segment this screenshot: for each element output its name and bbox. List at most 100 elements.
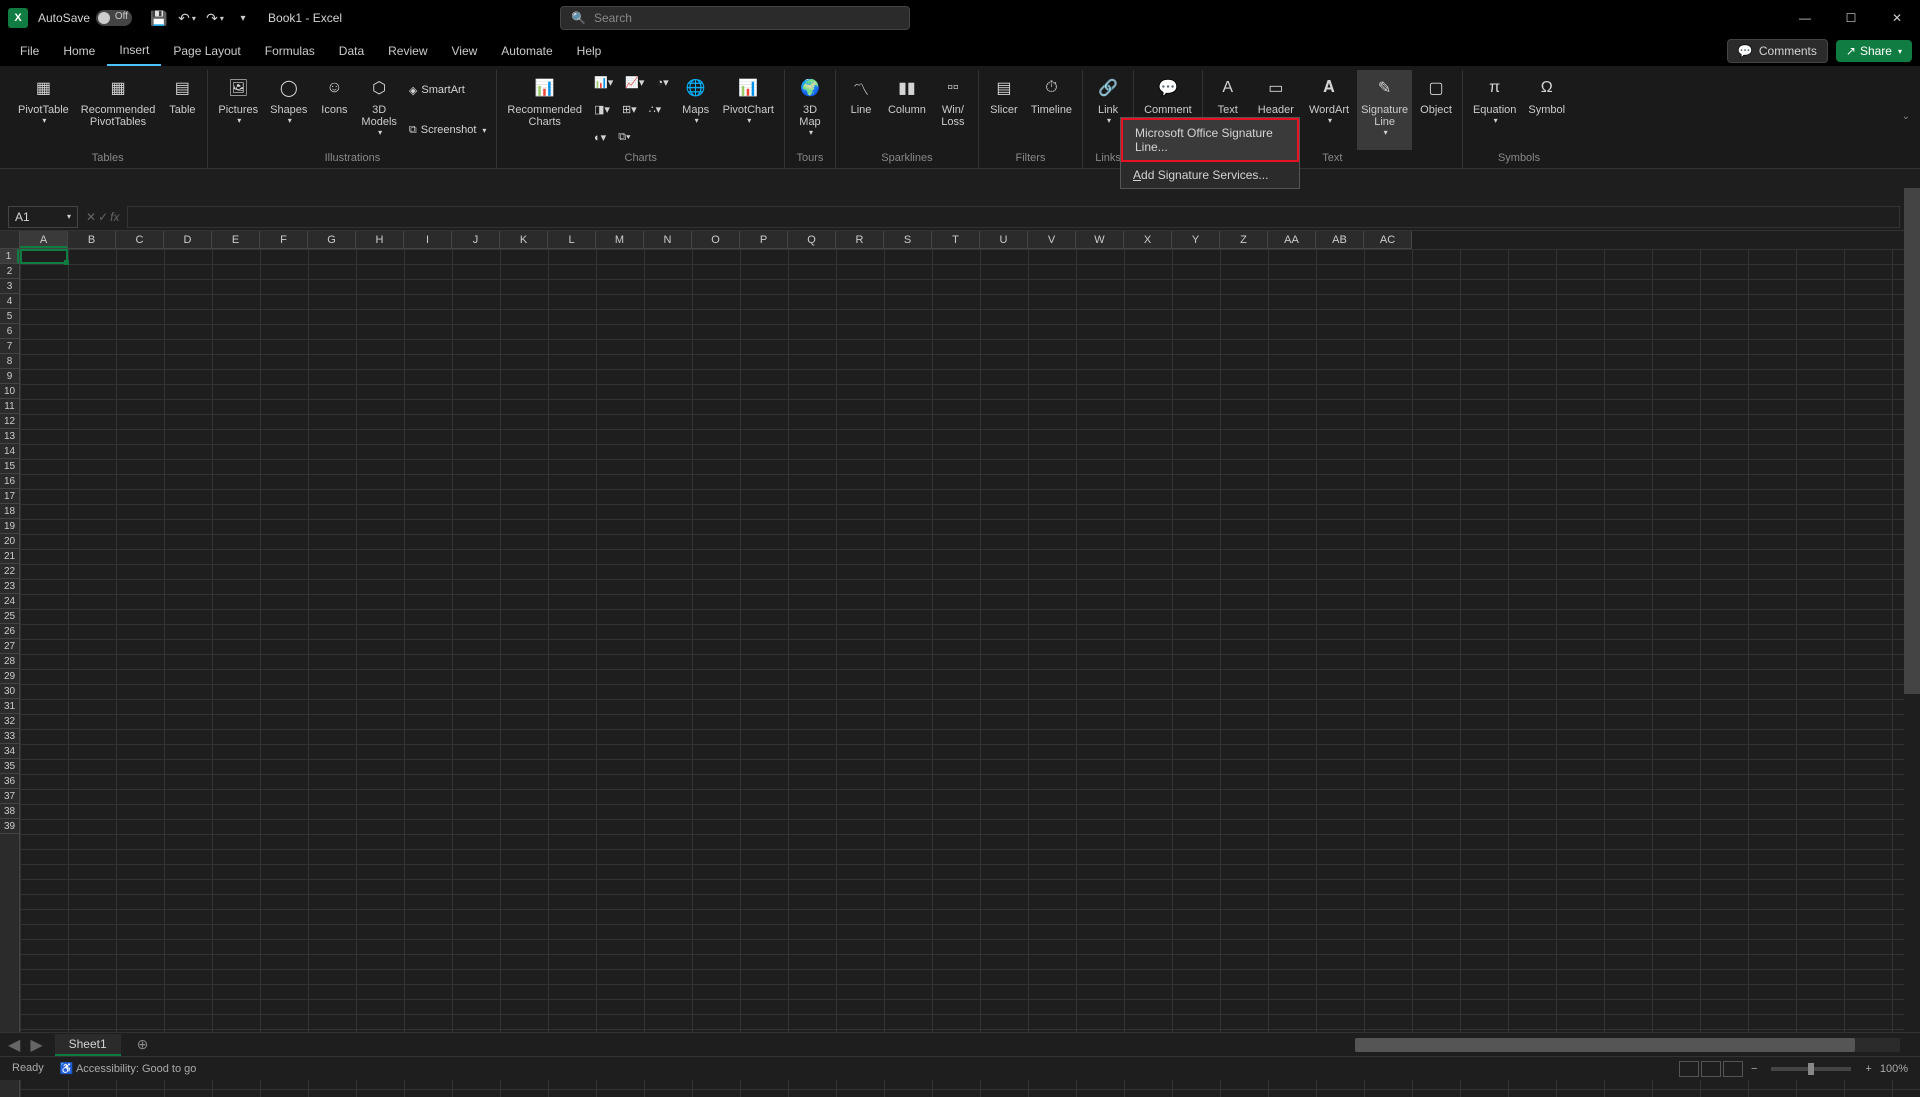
row-header-28[interactable]: 28 bbox=[0, 654, 19, 669]
row-header-14[interactable]: 14 bbox=[0, 444, 19, 459]
object-button[interactable]: ▢Object bbox=[1416, 70, 1456, 150]
redo-icon[interactable]: ↷▾ bbox=[206, 9, 224, 27]
column-header-N[interactable]: N bbox=[644, 231, 692, 248]
prev-sheet-icon[interactable]: ◀ bbox=[8, 1035, 20, 1055]
name-box-dropdown-icon[interactable]: ▾ bbox=[67, 212, 71, 221]
row-header-13[interactable]: 13 bbox=[0, 429, 19, 444]
zoom-level[interactable]: 100% bbox=[1880, 1063, 1908, 1075]
signature-line-button[interactable]: ✎Signature Line▾ bbox=[1357, 70, 1412, 150]
zoom-slider[interactable] bbox=[1771, 1067, 1851, 1071]
pictures-button[interactable]: 🖼Pictures▾ bbox=[214, 70, 262, 150]
maximize-button[interactable]: ☐ bbox=[1828, 0, 1874, 36]
recommended-pivottables-button[interactable]: ▦Recommended PivotTables bbox=[77, 70, 160, 150]
tab-page-layout[interactable]: Page Layout bbox=[161, 36, 252, 66]
row-header-30[interactable]: 30 bbox=[0, 684, 19, 699]
undo-icon[interactable]: ↶▾ bbox=[178, 9, 196, 27]
maps-button[interactable]: 🌐Maps▾ bbox=[677, 70, 715, 150]
row-header-25[interactable]: 25 bbox=[0, 609, 19, 624]
column-header-I[interactable]: I bbox=[404, 231, 452, 248]
minimize-button[interactable]: — bbox=[1782, 0, 1828, 36]
row-header-15[interactable]: 15 bbox=[0, 459, 19, 474]
row-header-29[interactable]: 29 bbox=[0, 669, 19, 684]
pie-chart-icon[interactable]: ◔▾ bbox=[652, 72, 672, 94]
page-break-view-icon[interactable] bbox=[1723, 1061, 1743, 1077]
row-header-38[interactable]: 38 bbox=[0, 804, 19, 819]
icons-button[interactable]: ☺Icons bbox=[315, 70, 353, 150]
column-header-G[interactable]: G bbox=[308, 231, 356, 248]
page-layout-view-icon[interactable] bbox=[1701, 1061, 1721, 1077]
search-input[interactable]: 🔍 Search bbox=[560, 6, 910, 30]
row-header-10[interactable]: 10 bbox=[0, 384, 19, 399]
row-header-4[interactable]: 4 bbox=[0, 294, 19, 309]
row-header-35[interactable]: 35 bbox=[0, 759, 19, 774]
tab-home[interactable]: Home bbox=[51, 36, 107, 66]
scatter-chart-icon[interactable]: ∴▾ bbox=[645, 99, 666, 121]
column-header-P[interactable]: P bbox=[740, 231, 788, 248]
row-header-19[interactable]: 19 bbox=[0, 519, 19, 534]
statistic-chart-icon[interactable]: ⊞▾ bbox=[618, 99, 641, 121]
row-header-6[interactable]: 6 bbox=[0, 324, 19, 339]
column-header-S[interactable]: S bbox=[884, 231, 932, 248]
tab-data[interactable]: Data bbox=[327, 36, 376, 66]
row-header-7[interactable]: 7 bbox=[0, 339, 19, 354]
row-header-9[interactable]: 9 bbox=[0, 369, 19, 384]
row-header-1[interactable]: 1 bbox=[0, 249, 19, 264]
tab-view[interactable]: View bbox=[440, 36, 490, 66]
formula-input[interactable] bbox=[127, 206, 1900, 228]
column-header-AC[interactable]: AC bbox=[1364, 231, 1412, 248]
row-header-2[interactable]: 2 bbox=[0, 264, 19, 279]
row-header-3[interactable]: 3 bbox=[0, 279, 19, 294]
zoom-in-icon[interactable]: + bbox=[1865, 1063, 1871, 1075]
column-header-Z[interactable]: Z bbox=[1220, 231, 1268, 248]
row-header-23[interactable]: 23 bbox=[0, 579, 19, 594]
toggle-switch[interactable]: Off bbox=[96, 10, 132, 26]
column-header-F[interactable]: F bbox=[260, 231, 308, 248]
tab-file[interactable]: File bbox=[8, 36, 51, 66]
column-header-T[interactable]: T bbox=[932, 231, 980, 248]
smartart-button[interactable]: ◈SmartArt bbox=[405, 79, 491, 101]
wordart-button[interactable]: 𝐀WordArt▾ bbox=[1305, 70, 1353, 150]
qat-customize-icon[interactable]: ▾ bbox=[234, 9, 252, 27]
horizontal-scrollbar[interactable] bbox=[1355, 1038, 1900, 1052]
row-header-16[interactable]: 16 bbox=[0, 474, 19, 489]
sparkline-column-button[interactable]: ▮▮Column bbox=[884, 70, 930, 150]
tab-insert[interactable]: Insert bbox=[107, 36, 161, 66]
column-header-E[interactable]: E bbox=[212, 231, 260, 248]
save-icon[interactable]: 💾 bbox=[150, 9, 168, 27]
combo-chart-icon[interactable]: ⧉▾ bbox=[614, 126, 634, 148]
pivottable-button[interactable]: ▦PivotTable▾ bbox=[14, 70, 73, 150]
name-box[interactable]: A1▾ bbox=[8, 206, 78, 228]
symbol-button[interactable]: ΩSymbol bbox=[1524, 70, 1569, 150]
sparkline-line-button[interactable]: 〽Line bbox=[842, 70, 880, 150]
shapes-button[interactable]: ◯Shapes▾ bbox=[266, 70, 311, 150]
row-header-18[interactable]: 18 bbox=[0, 504, 19, 519]
row-header-22[interactable]: 22 bbox=[0, 564, 19, 579]
column-header-A[interactable]: A bbox=[20, 231, 68, 248]
row-header-5[interactable]: 5 bbox=[0, 309, 19, 324]
row-header-20[interactable]: 20 bbox=[0, 534, 19, 549]
screenshot-button[interactable]: ⧉Screenshot▾ bbox=[405, 119, 491, 141]
row-header-39[interactable]: 39 bbox=[0, 819, 19, 834]
column-header-C[interactable]: C bbox=[116, 231, 164, 248]
column-header-V[interactable]: V bbox=[1028, 231, 1076, 248]
row-header-34[interactable]: 34 bbox=[0, 744, 19, 759]
column-header-AA[interactable]: AA bbox=[1268, 231, 1316, 248]
worksheet-cells[interactable] bbox=[20, 249, 1920, 1097]
sparkline-winloss-button[interactable]: ▫▫Win/ Loss bbox=[934, 70, 972, 150]
column-header-D[interactable]: D bbox=[164, 231, 212, 248]
row-header-36[interactable]: 36 bbox=[0, 774, 19, 789]
menu-microsoft-signature-line[interactable]: Microsoft Office Signature Line... bbox=[1121, 118, 1299, 162]
line-chart-icon[interactable]: 📈▾ bbox=[621, 72, 648, 94]
sheet-tab-sheet1[interactable]: Sheet1 bbox=[55, 1034, 121, 1056]
row-header-12[interactable]: 12 bbox=[0, 414, 19, 429]
pivotchart-button[interactable]: 📊PivotChart▾ bbox=[719, 70, 778, 150]
tab-formulas[interactable]: Formulas bbox=[253, 36, 327, 66]
equation-button[interactable]: πEquation▾ bbox=[1469, 70, 1520, 150]
column-header-AB[interactable]: AB bbox=[1316, 231, 1364, 248]
close-button[interactable]: ✕ bbox=[1874, 0, 1920, 36]
select-all-cells[interactable] bbox=[0, 231, 20, 249]
waterfall-chart-icon[interactable]: ◐▾ bbox=[590, 126, 610, 148]
cancel-fx-icon[interactable]: ✕ bbox=[86, 210, 96, 224]
column-header-L[interactable]: L bbox=[548, 231, 596, 248]
column-header-J[interactable]: J bbox=[452, 231, 500, 248]
